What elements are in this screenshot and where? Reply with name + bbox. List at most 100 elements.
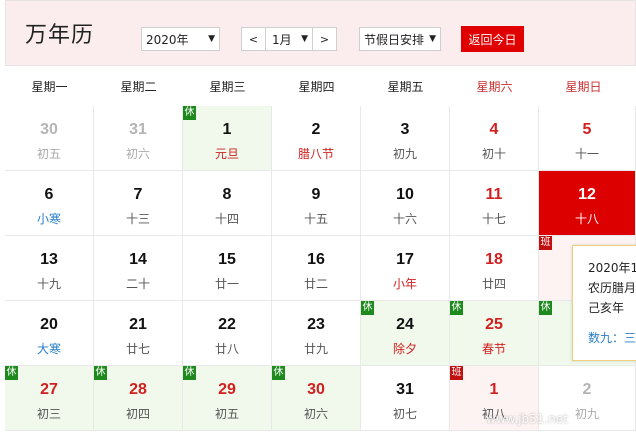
lunar-label: 初三 (36, 407, 61, 421)
lunar-label: 十六 (392, 212, 417, 226)
lunar-label: 廿一 (214, 277, 239, 291)
day-number: 27 (40, 381, 58, 398)
tooltip-lunar-date: 农历腊月 (588, 281, 636, 295)
day-number: 14 (129, 251, 147, 268)
day-cell[interactable]: 21 廿七 (94, 301, 183, 366)
rest-day-badge: 休 (361, 301, 374, 315)
weekday-header-row: 星期一 星期二 星期三 星期四 星期五 星期六 星期日 (5, 67, 636, 106)
day-cell[interactable]: 休 25 春节 (450, 301, 539, 366)
date-detail-tooltip: 2020年1 农历腊月 己亥年 数九：三 (572, 245, 636, 361)
day-number: 31 (129, 121, 147, 138)
back-to-today-button[interactable]: 返回今日 (461, 26, 524, 52)
lunar-label: 除夕 (392, 342, 417, 356)
rest-day-badge: 休 (5, 366, 18, 380)
day-number: 3 (400, 121, 410, 138)
day-cell[interactable]: 休 24 除夕 (361, 301, 450, 366)
day-number: 16 (307, 251, 325, 268)
lunar-label: 初五 (36, 147, 61, 161)
lunar-label: 十八 (574, 212, 599, 226)
year-select-value: 2020年 (146, 32, 189, 47)
year-select[interactable]: 2020年 ▼ (141, 27, 220, 51)
lunar-label: 廿八 (214, 342, 239, 356)
day-cell[interactable]: 休 29 初五 (183, 366, 272, 431)
day-cell[interactable]: 7 十三 (94, 171, 183, 236)
day-cell[interactable]: 2 腊八节 (272, 106, 361, 171)
day-number: 7 (133, 186, 143, 203)
weekday-label: 星期四 (298, 80, 335, 94)
day-number: 1 (222, 121, 232, 138)
day-number: 21 (129, 316, 147, 333)
day-number: 10 (396, 186, 414, 203)
calendar-header: 万年历 2020年 ▼ < 1月 ▼ > 节假日安排 ▼ 返回今日 (5, 0, 636, 66)
month-select[interactable]: 1月 ▼ (266, 31, 312, 48)
day-cell[interactable]: 9 十五 (272, 171, 361, 236)
day-number: 22 (218, 316, 236, 333)
weekday-label: 星期一 (31, 80, 68, 94)
day-number: 15 (218, 251, 236, 268)
day-number: 2 (311, 121, 321, 138)
lunar-label: 十一 (574, 147, 599, 161)
lunar-label: 初六 (125, 147, 150, 161)
lunar-label: 初四 (125, 407, 150, 421)
day-cell[interactable]: 8 十四 (183, 171, 272, 236)
day-number: 17 (396, 251, 414, 268)
chevron-down-icon: ▼ (208, 34, 215, 44)
day-cell[interactable]: 13 十九 (5, 236, 94, 301)
lunar-label: 廿九 (303, 342, 328, 356)
day-cell[interactable]: 休 28 初四 (94, 366, 183, 431)
month-select-value: 1月 (272, 32, 292, 47)
day-number: 8 (222, 186, 232, 203)
day-cell[interactable]: 休 30 初六 (272, 366, 361, 431)
day-number: 11 (485, 186, 503, 203)
day-cell[interactable]: 14 二十 (94, 236, 183, 301)
day-cell[interactable]: 20 大寒 (5, 301, 94, 366)
weekday-label: 星期三 (209, 80, 246, 94)
day-cell[interactable]: 3 初九 (361, 106, 450, 171)
day-cell[interactable]: 23 廿九 (272, 301, 361, 366)
day-cell[interactable]: 16 廿二 (272, 236, 361, 301)
lunar-label: 十七 (481, 212, 506, 226)
rest-day-badge: 休 (94, 366, 107, 380)
lunar-label: 初五 (214, 407, 239, 421)
tooltip-shujiu: 数九：三 (588, 331, 636, 345)
calendar-grid: 30 初五 31 初六休 1 元旦 2 腊八节 3 初九 4 初十 5 十一 6 小寒 7 十三 8 十四 9 十五 10 十… (5, 106, 636, 436)
day-cell[interactable]: 6 小寒 (5, 171, 94, 236)
day-number: 30 (40, 121, 58, 138)
rest-day-badge: 休 (183, 366, 196, 380)
day-cell[interactable]: 5 十一 (539, 106, 636, 171)
day-cell[interactable]: 31 初六 (94, 106, 183, 171)
day-cell[interactable]: 22 廿八 (183, 301, 272, 366)
next-month-button[interactable]: > (312, 28, 336, 50)
holiday-schedule-select[interactable]: 节假日安排 ▼ (359, 27, 441, 51)
day-cell[interactable]: 4 初十 (450, 106, 539, 171)
day-cell[interactable]: 休 1 元旦 (183, 106, 272, 171)
day-number: 29 (218, 381, 236, 398)
day-number: 6 (44, 186, 54, 203)
day-cell[interactable]: 18 廿四 (450, 236, 539, 301)
rest-day-badge: 休 (272, 366, 285, 380)
day-cell-today[interactable]: 12 十八 (539, 171, 636, 236)
holiday-select-value: 节假日安排 (364, 32, 425, 47)
lunar-label: 大寒 (36, 342, 61, 356)
prev-month-button[interactable]: < (242, 28, 266, 50)
day-number: 20 (40, 316, 58, 333)
day-number: 9 (311, 186, 321, 203)
lunar-label: 十三 (125, 212, 150, 226)
page-title: 万年历 (25, 23, 95, 48)
lunar-label: 腊八节 (297, 147, 334, 161)
day-cell[interactable]: 10 十六 (361, 171, 450, 236)
day-cell[interactable]: 31 初七 (361, 366, 450, 431)
day-cell[interactable]: 15 廿一 (183, 236, 272, 301)
tooltip-ganzhi-year: 己亥年 (588, 301, 625, 315)
chevron-down-icon: ▼ (301, 34, 308, 44)
lunar-label: 廿七 (125, 342, 150, 356)
day-number: 13 (40, 251, 58, 268)
lunar-label: 二十 (125, 277, 150, 291)
lunar-label: 初六 (303, 407, 328, 421)
month-control: < 1月 ▼ > (241, 27, 337, 51)
day-number: 1 (489, 381, 499, 398)
day-cell[interactable]: 11 十七 (450, 171, 539, 236)
day-cell[interactable]: 17 小年 (361, 236, 450, 301)
day-cell[interactable]: 休 27 初三 (5, 366, 94, 431)
day-cell[interactable]: 30 初五 (5, 106, 94, 171)
